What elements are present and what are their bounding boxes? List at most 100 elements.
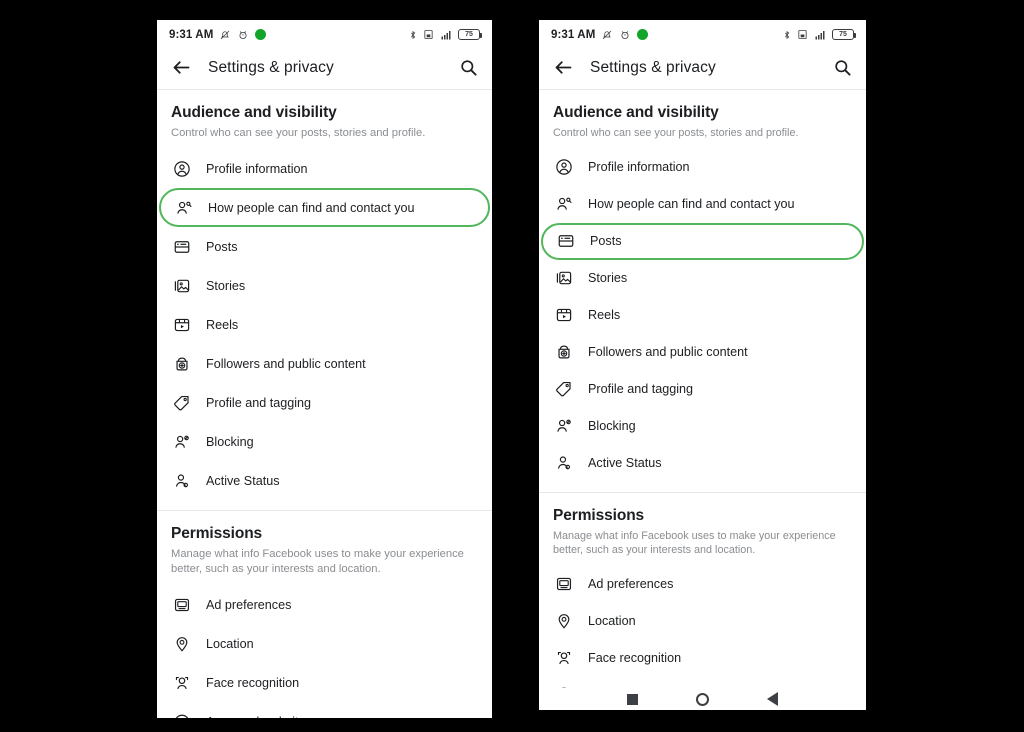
list-item-how-people-can-find-and-contact-you[interactable]: How people can find and contact you: [539, 186, 866, 223]
search-icon[interactable]: [459, 58, 478, 77]
face-recognition-icon: [553, 649, 575, 667]
person-search-icon: [553, 195, 575, 213]
list-item-label: How people can find and contact you: [208, 200, 415, 215]
section-title: Permissions: [553, 506, 645, 524]
app-bar: Settings & privacy: [539, 46, 866, 90]
list-item-label: Profile information: [206, 161, 308, 176]
list-item-label: Face recognition: [588, 651, 682, 666]
status-bar: 9:31 AM 75: [157, 20, 492, 46]
apps-refresh-icon: [171, 713, 193, 718]
section-subtitle: Manage what info Facebook uses to make y…: [553, 529, 836, 557]
followers-plus-icon: [171, 355, 193, 373]
list-item-stories[interactable]: Stories: [157, 266, 492, 305]
section-permissions: Permissions Manage what info Facebook us…: [157, 511, 492, 718]
list-item-followers-and-public-content[interactable]: Followers and public content: [157, 344, 492, 383]
profile-circle-icon: [171, 160, 193, 178]
list-item-apps-and-websites[interactable]: Apps and websites: [157, 702, 492, 718]
list-item-label: Location: [206, 636, 254, 651]
page-title: Settings & privacy: [208, 58, 334, 76]
audience-list: Profile information How people can find …: [539, 149, 866, 482]
sim-card-icon: [798, 29, 807, 40]
list-item-label: Profile information: [588, 160, 690, 175]
list-item-location[interactable]: Location: [539, 603, 866, 640]
list-item-followers-and-public-content[interactable]: Followers and public content: [539, 334, 866, 371]
list-item-face-recognition[interactable]: Face recognition: [157, 663, 492, 702]
person-search-icon: [173, 199, 195, 217]
tag-icon: [553, 380, 575, 398]
list-item-label: Reels: [206, 317, 239, 332]
recents-square-icon[interactable]: [627, 693, 638, 705]
bell-muted-icon: [603, 30, 612, 39]
status-bar-right: 75: [408, 29, 483, 41]
list-item-profile-and-tagging[interactable]: Profile and tagging: [539, 371, 866, 408]
location-pin-icon: [171, 635, 193, 653]
list-item-label: Apps and websites: [206, 715, 312, 718]
list-item-label: Active Status: [588, 456, 662, 471]
list-item-label: Face recognition: [206, 675, 300, 690]
section-subtitle: Control who can see your posts, stories …: [171, 127, 426, 139]
battery-indicator: 75: [832, 29, 857, 40]
list-item-ad-preferences[interactable]: Ad preferences: [157, 585, 492, 624]
section-title: Audience and visibility: [171, 104, 337, 121]
back-arrow-icon[interactable]: [553, 57, 574, 78]
section-header: Permissions Manage what info Facebook us…: [539, 493, 866, 558]
list-item-blocking[interactable]: Blocking: [157, 422, 492, 461]
list-item-profile-information[interactable]: Profile information: [157, 149, 492, 188]
list-item-face-recognition[interactable]: Face recognition: [539, 640, 866, 677]
battery-percent: 75: [465, 31, 473, 38]
bluetooth-icon: [411, 30, 416, 39]
list-item-reels[interactable]: Reels: [157, 305, 492, 344]
app-bar: Settings & privacy: [157, 46, 492, 90]
section-header: Audience and visibility Control who can …: [539, 90, 866, 141]
back-triangle-icon[interactable]: [767, 692, 778, 706]
list-item-label: Profile and tagging: [206, 395, 312, 410]
person-block-icon: [553, 417, 575, 435]
settings-content: Audience and visibility Control who can …: [539, 90, 866, 710]
face-recognition-icon: [171, 674, 193, 692]
list-item-label: How people can find and contact you: [588, 197, 795, 212]
profile-circle-icon: [553, 158, 575, 176]
list-item-label: Blocking: [588, 419, 636, 434]
battery-indicator: 75: [458, 29, 483, 40]
signal-bars-4g-icon: [815, 30, 825, 39]
screenshot-stage: 9:31 AM 75 Settings & privacy Audience a…: [0, 0, 1024, 732]
android-navigation-bar: [539, 688, 866, 710]
section-title: Permissions: [171, 525, 263, 543]
tag-icon: [171, 394, 193, 412]
section-audience-and-visibility: Audience and visibility Control who can …: [539, 90, 866, 482]
page-title: Settings & privacy: [590, 58, 716, 76]
list-item-active-status[interactable]: Active Status: [157, 461, 492, 500]
person-active-icon: [171, 472, 193, 490]
list-item-profile-and-tagging[interactable]: Profile and tagging: [157, 383, 492, 422]
list-item-label: Location: [588, 614, 636, 629]
list-item-location[interactable]: Location: [157, 624, 492, 663]
section-title: Audience and visibility: [553, 104, 719, 121]
list-item-active-status[interactable]: Active Status: [539, 445, 866, 482]
list-item-label: Blocking: [206, 434, 254, 449]
signal-bars-4g-icon: [441, 30, 451, 39]
alarm-clock-icon: [621, 30, 629, 39]
reels-play-icon: [171, 316, 193, 334]
list-item-profile-information[interactable]: Profile information: [539, 149, 866, 186]
search-icon[interactable]: [833, 58, 852, 77]
monitor-icon: [553, 575, 575, 593]
list-item-stories[interactable]: Stories: [539, 260, 866, 297]
list-item-posts[interactable]: Posts: [157, 227, 492, 266]
home-circle-icon[interactable]: [696, 692, 709, 706]
list-item-blocking[interactable]: Blocking: [539, 408, 866, 445]
status-bar: 9:31 AM 75: [539, 20, 866, 46]
monitor-icon: [171, 596, 193, 614]
back-arrow-icon[interactable]: [171, 57, 192, 78]
posts-window-icon: [171, 238, 193, 256]
list-item-label: Ad preferences: [588, 577, 674, 592]
sim-card-icon: [424, 29, 433, 40]
list-item-label: Followers and public content: [588, 345, 748, 360]
stories-photo-icon: [553, 269, 575, 287]
location-pin-icon: [553, 612, 575, 630]
list-item-how-people-can-find-and-contact-you[interactable]: How people can find and contact you: [159, 188, 490, 228]
list-item-ad-preferences[interactable]: Ad preferences: [539, 566, 866, 603]
list-item-posts[interactable]: Posts: [541, 222, 864, 260]
list-item-reels[interactable]: Reels: [539, 297, 866, 334]
section-header: Permissions Manage what info Facebook us…: [157, 511, 492, 577]
list-item-label: Ad preferences: [206, 597, 292, 612]
